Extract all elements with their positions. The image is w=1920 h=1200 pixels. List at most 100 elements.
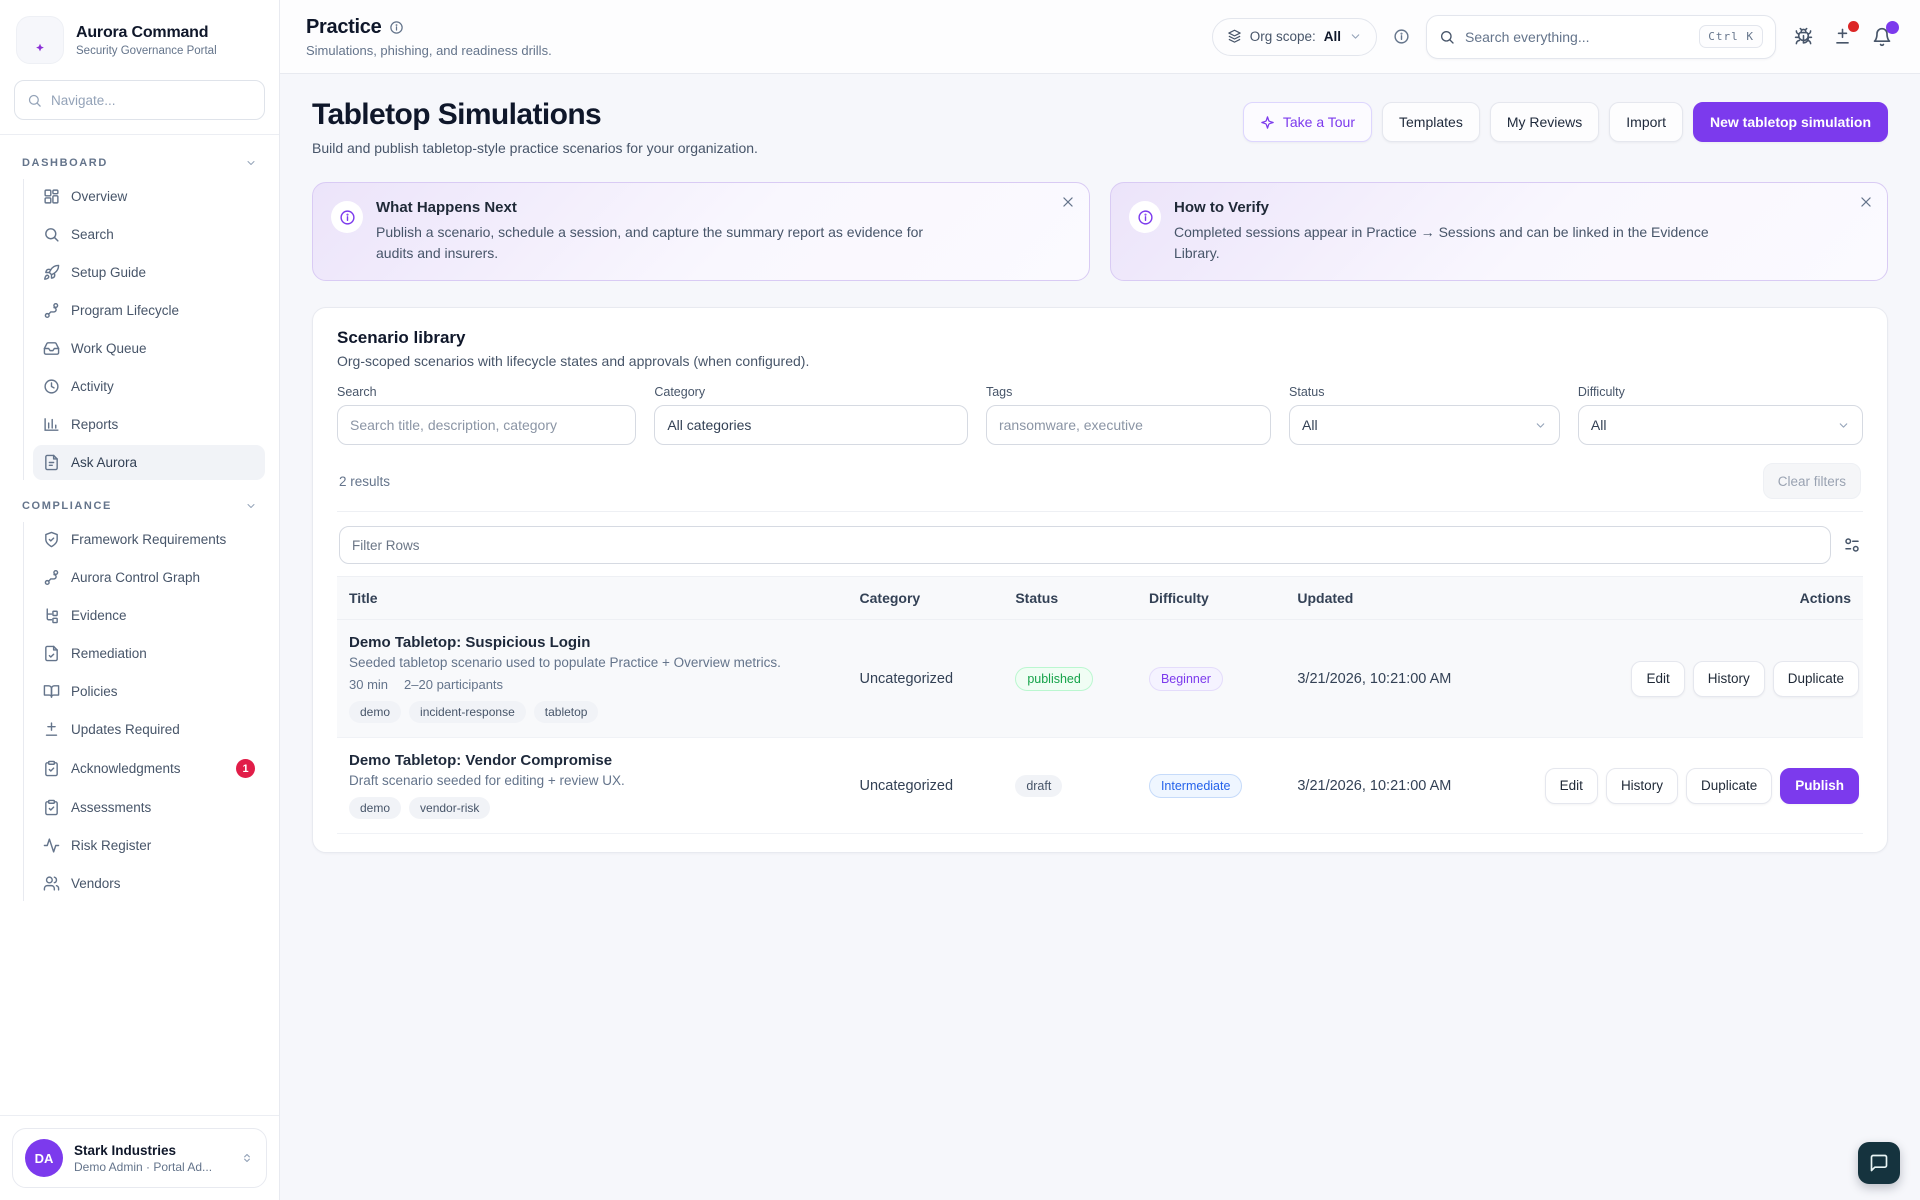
sidebar-item-policies[interactable]: Policies: [33, 674, 265, 709]
diff-icon: [43, 721, 60, 738]
page-title: Tabletop Simulations: [312, 98, 758, 132]
sidebar-item-overview[interactable]: Overview: [33, 179, 265, 214]
main-content: Tabletop Simulations Build and publish t…: [280, 74, 1920, 1200]
navigate-search[interactable]: [14, 80, 265, 120]
sparkles-icon: [1260, 115, 1275, 130]
clipboard-check-icon: [43, 760, 60, 777]
org-scope-value: All: [1324, 29, 1341, 44]
bug-report-button[interactable]: [1792, 25, 1815, 48]
edit-button[interactable]: Edit: [1631, 661, 1684, 697]
sidebar-item-vendors[interactable]: Vendors: [33, 866, 265, 901]
page-subtitle: Build and publish tabletop-style practic…: [312, 140, 758, 156]
user-org: Stark Industries: [74, 1143, 212, 1158]
activity-icon: [43, 837, 60, 854]
filter-difficulty-select[interactable]: All: [1578, 405, 1863, 445]
sidebar-item-activity[interactable]: Activity: [33, 369, 265, 404]
banner-what-happens-next: What Happens Next Publish a scenario, sc…: [312, 182, 1090, 281]
column-updated[interactable]: Updated: [1289, 577, 1511, 619]
chevron-down-icon: [1534, 419, 1547, 432]
column-status[interactable]: Status: [1007, 577, 1133, 619]
sidebar-item-aurora-control-graph[interactable]: Aurora Control Graph: [33, 560, 265, 595]
filter-tags-input[interactable]: [986, 405, 1271, 445]
scenario-category: Uncategorized: [852, 657, 1000, 701]
sidebar-item-remediation[interactable]: Remediation: [33, 636, 265, 671]
sidebar-item-assessments[interactable]: Assessments: [33, 790, 265, 825]
banner-body: Completed sessions appear in Practice → …: [1174, 222, 1734, 264]
search-icon: [1439, 29, 1455, 45]
sidebar-item-program-lifecycle[interactable]: Program Lifecycle: [33, 293, 265, 328]
scenario-updated: 3/21/2026, 10:21:00 AM: [1289, 657, 1511, 701]
filter-status-select[interactable]: All: [1289, 405, 1560, 445]
filter-difficulty-label: Difficulty: [1578, 385, 1863, 399]
difficulty-badge: Beginner: [1149, 667, 1223, 691]
templates-button[interactable]: Templates: [1382, 102, 1480, 142]
column-difficulty[interactable]: Difficulty: [1141, 577, 1281, 619]
duplicate-button[interactable]: Duplicate: [1773, 661, 1859, 697]
filter-category-label: Category: [654, 385, 968, 399]
page-context-title: Practice: [306, 16, 381, 39]
chat-widget-button[interactable]: [1858, 1142, 1900, 1184]
publish-button[interactable]: Publish: [1780, 768, 1859, 804]
chevron-down-icon: [1349, 30, 1362, 43]
history-button[interactable]: History: [1606, 768, 1678, 804]
user-menu[interactable]: DA Stark Industries Demo Admin · Portal …: [12, 1128, 267, 1188]
notifications-button[interactable]: [1870, 25, 1894, 49]
tag-pill: vendor-risk: [409, 797, 490, 819]
scenario-title[interactable]: Demo Tabletop: Suspicious Login: [349, 634, 836, 651]
info-icon[interactable]: [389, 20, 404, 35]
tag-pill: demo: [349, 797, 401, 819]
column-title[interactable]: Title: [341, 577, 844, 619]
filter-search-input[interactable]: [337, 405, 636, 445]
sidebar-item-reports[interactable]: Reports: [33, 407, 265, 442]
scenario-description: Draft scenario seeded for editing + revi…: [349, 773, 836, 788]
sidebar-item-framework-requirements[interactable]: Framework Requirements: [33, 522, 265, 557]
changes-button[interactable]: [1831, 25, 1854, 48]
tag-pill: incident-response: [409, 701, 526, 723]
banner-body: Publish a scenario, schedule a session, …: [376, 222, 936, 264]
history-button[interactable]: History: [1693, 661, 1765, 697]
brand-subtitle: Security Governance Portal: [76, 45, 217, 57]
edit-button[interactable]: Edit: [1545, 768, 1598, 804]
table-row[interactable]: Demo Tabletop: Suspicious Login Seeded t…: [337, 620, 1863, 738]
scenario-title[interactable]: Demo Tabletop: Vendor Compromise: [349, 752, 836, 769]
global-search-input[interactable]: [1465, 29, 1689, 45]
navigate-input[interactable]: [51, 93, 252, 108]
section-dashboard[interactable]: DASHBOARD: [14, 151, 265, 177]
chevron-icon: [240, 1151, 254, 1165]
sidebar-item-acknowledgments[interactable]: Acknowledgments 1: [33, 750, 265, 787]
filter-rows-input[interactable]: [339, 526, 1831, 564]
org-scope-select[interactable]: Org scope: All: [1212, 18, 1377, 56]
column-settings-icon[interactable]: [1843, 536, 1861, 554]
duplicate-button[interactable]: Duplicate: [1686, 768, 1772, 804]
clear-filters-button[interactable]: Clear filters: [1763, 463, 1861, 499]
take-a-tour-button[interactable]: Take a Tour: [1243, 102, 1372, 142]
sidebar-item-setup-guide[interactable]: Setup Guide: [33, 255, 265, 290]
search-kbd: Ctrl K: [1699, 25, 1763, 48]
avatar: DA: [25, 1139, 63, 1177]
close-icon[interactable]: [1061, 195, 1075, 209]
filter-category-select[interactable]: All categories: [654, 405, 968, 445]
tag-pill: demo: [349, 701, 401, 723]
close-icon[interactable]: [1859, 195, 1873, 209]
column-category[interactable]: Category: [852, 577, 1000, 619]
library-title: Scenario library: [337, 328, 1863, 348]
sidebar-item-risk-register[interactable]: Risk Register: [33, 828, 265, 863]
global-search[interactable]: Ctrl K: [1426, 15, 1776, 59]
sidebar-item-evidence[interactable]: Evidence: [33, 598, 265, 633]
clipboard-check-icon: [43, 799, 60, 816]
new-tabletop-simulation-button[interactable]: New tabletop simulation: [1693, 102, 1888, 142]
column-actions: Actions: [1519, 577, 1859, 619]
my-reviews-button[interactable]: My Reviews: [1490, 102, 1599, 142]
sidebar-item-search[interactable]: Search: [33, 217, 265, 252]
library-subtitle: Org-scoped scenarios with lifecycle stat…: [337, 353, 1863, 369]
layers-icon: [1227, 29, 1242, 44]
sidebar-item-ask-aurora[interactable]: Ask Aurora: [33, 445, 265, 480]
import-button[interactable]: Import: [1609, 102, 1683, 142]
scenario-participants: 2–20 participants: [404, 677, 503, 692]
filter-status-label: Status: [1289, 385, 1560, 399]
info-icon[interactable]: [1393, 28, 1410, 45]
sidebar-item-updates-required[interactable]: Updates Required: [33, 712, 265, 747]
section-compliance[interactable]: COMPLIANCE: [14, 494, 265, 520]
table-row[interactable]: Demo Tabletop: Vendor Compromise Draft s…: [337, 738, 1863, 834]
sidebar-item-work-queue[interactable]: Work Queue: [33, 331, 265, 366]
